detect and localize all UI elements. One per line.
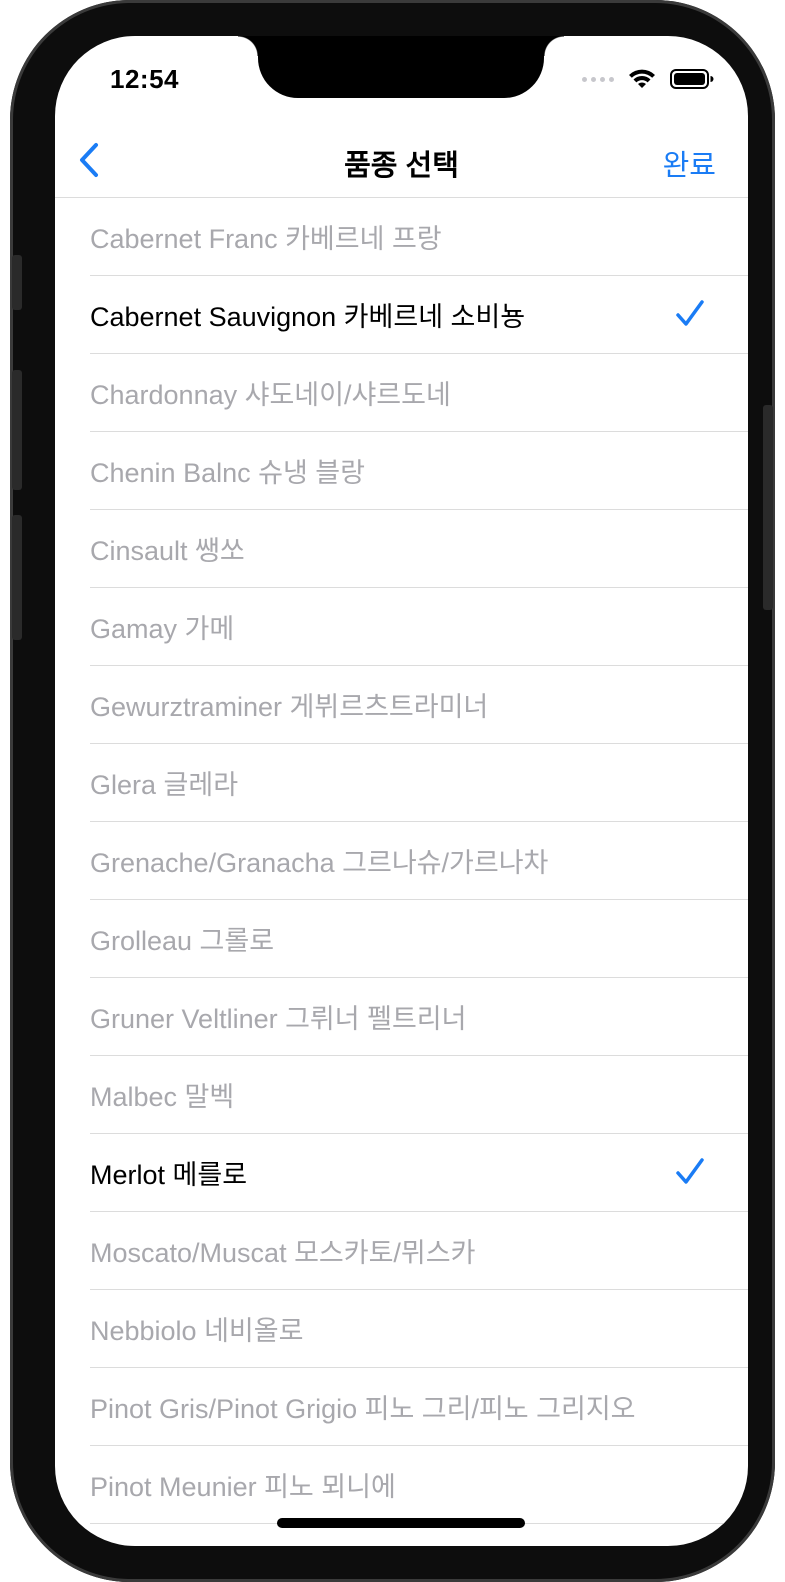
checkmark-icon bbox=[676, 1158, 704, 1184]
checkmark-icon bbox=[676, 300, 704, 326]
variety-row[interactable]: Cabernet Sauvignon 카베르네 소비뇽 bbox=[90, 276, 748, 354]
page-title: 품종 선택 bbox=[344, 150, 459, 182]
volume-down-button bbox=[12, 515, 22, 640]
variety-label: Malbec 말벡 bbox=[90, 1082, 235, 1112]
variety-label: Gamay 가메 bbox=[90, 614, 235, 644]
variety-list: Cabernet Franc 카베르네 프랑 Cabernet Sauvignon… bbox=[90, 198, 748, 1524]
variety-row[interactable]: Grolleau 그롤로 bbox=[90, 900, 748, 978]
status-time: 12:54 bbox=[110, 64, 179, 94]
screen: 12:54 품종 선택 완료 Cabernet Franc 카베르네 프랑 Ca… bbox=[55, 36, 748, 1546]
done-button[interactable]: 완료 bbox=[663, 142, 716, 184]
variety-label: Cabernet Franc 카베르네 프랑 bbox=[90, 224, 442, 254]
variety-row[interactable]: Pinot Meunier 피노 뫼니에 bbox=[90, 1446, 748, 1524]
variety-label: Chenin Balnc 슈냉 블랑 bbox=[90, 458, 365, 488]
variety-row[interactable]: Gewurztraminer 게뷔르츠트라미너 bbox=[90, 666, 748, 744]
variety-label: Cinsault 쌩쏘 bbox=[90, 536, 245, 566]
variety-row[interactable]: Gruner Veltliner 그뤼너 펠트리너 bbox=[90, 978, 748, 1056]
variety-row[interactable]: Grenache/Granacha 그르나슈/가르나차 bbox=[90, 822, 748, 900]
power-button bbox=[763, 405, 773, 610]
variety-label: Pinot Gris/Pinot Grigio 피노 그리/피노 그리지오 bbox=[90, 1394, 636, 1424]
variety-label: Merlot 메를로 bbox=[90, 1160, 248, 1190]
status-icons bbox=[582, 68, 714, 90]
variety-label: Gruner Veltliner 그뤼너 펠트리너 bbox=[90, 1004, 467, 1034]
variety-row[interactable]: Moscato/Muscat 모스카토/뮈스카 bbox=[90, 1212, 748, 1290]
variety-row[interactable]: Chardonnay 샤도네이/샤르도네 bbox=[90, 354, 748, 432]
variety-label: Moscato/Muscat 모스카토/뮈스카 bbox=[90, 1238, 476, 1268]
battery-icon bbox=[670, 69, 714, 89]
variety-row[interactable]: Nebbiolo 네비올로 bbox=[90, 1290, 748, 1368]
home-indicator[interactable] bbox=[277, 1518, 525, 1528]
variety-label: Cabernet Sauvignon 카베르네 소비뇽 bbox=[90, 302, 526, 332]
navigation-bar: 품종 선택 완료 bbox=[55, 126, 748, 198]
variety-label: Nebbiolo 네비올로 bbox=[90, 1316, 304, 1346]
cellular-signal-icon bbox=[582, 76, 614, 82]
variety-label: Glera 글레라 bbox=[90, 770, 239, 800]
mute-switch bbox=[12, 255, 22, 310]
variety-row[interactable]: Cabernet Franc 카베르네 프랑 bbox=[90, 198, 748, 276]
variety-row[interactable]: Pinot Gris/Pinot Grigio 피노 그리/피노 그리지오 bbox=[90, 1368, 748, 1446]
variety-label: Gewurztraminer 게뷔르츠트라미너 bbox=[90, 692, 489, 722]
variety-row[interactable]: Glera 글레라 bbox=[90, 744, 748, 822]
notch bbox=[238, 36, 564, 98]
volume-up-button bbox=[12, 370, 22, 490]
variety-row[interactable]: Cinsault 쌩쏘 bbox=[90, 510, 748, 588]
variety-label: Grenache/Granacha 그르나슈/가르나차 bbox=[90, 848, 549, 878]
variety-row[interactable]: Chenin Balnc 슈냉 블랑 bbox=[90, 432, 748, 510]
wifi-icon bbox=[629, 69, 655, 88]
variety-label: Grolleau 그롤로 bbox=[90, 926, 275, 956]
phone-frame: 12:54 품종 선택 완료 Cabernet Franc 카베르네 프랑 Ca… bbox=[10, 0, 775, 1582]
variety-row[interactable]: Gamay 가메 bbox=[90, 588, 748, 666]
variety-label: Pinot Meunier 피노 뫼니에 bbox=[90, 1472, 396, 1502]
variety-label: Chardonnay 샤도네이/샤르도네 bbox=[90, 380, 451, 410]
variety-row[interactable]: Merlot 메를로 bbox=[90, 1134, 748, 1212]
variety-row[interactable]: Malbec 말벡 bbox=[90, 1056, 748, 1134]
